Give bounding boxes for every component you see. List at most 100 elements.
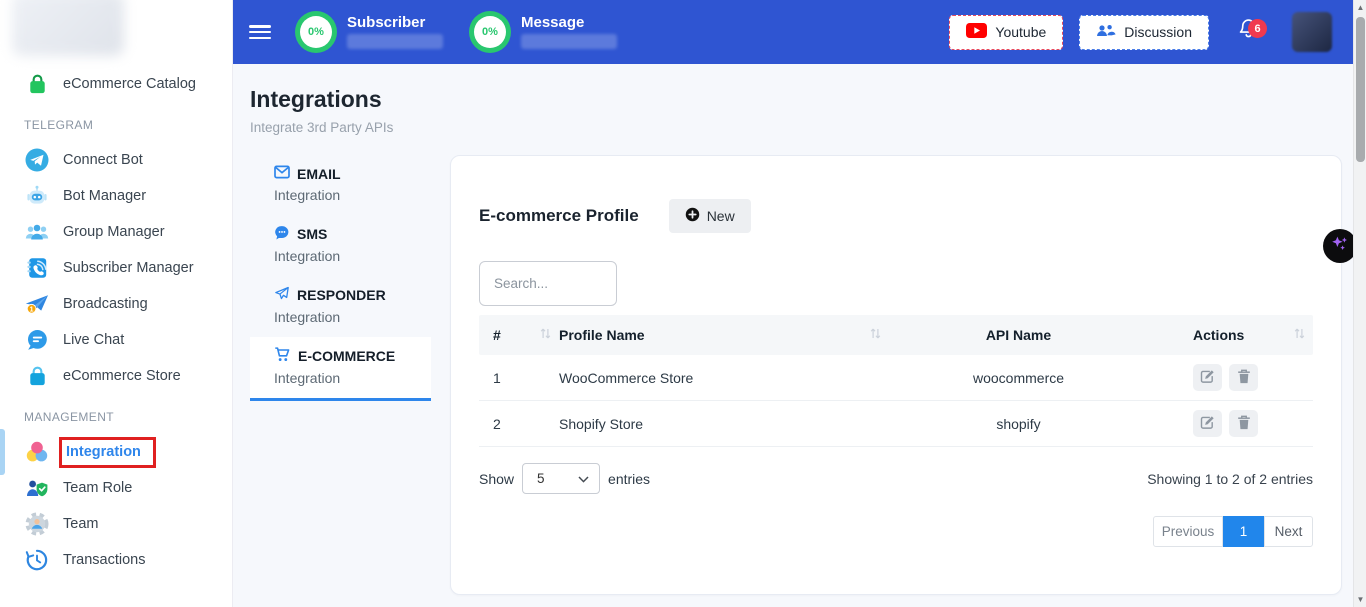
next-page-button[interactable]: Next (1264, 516, 1313, 547)
page-size-select[interactable]: 5 (522, 463, 600, 494)
tab-subtitle: Integration (274, 248, 419, 264)
hamburger-menu-icon[interactable] (249, 22, 275, 42)
sidebar-item-connect-bot[interactable]: Connect Bot (0, 142, 232, 178)
edit-button[interactable] (1193, 410, 1222, 437)
table-row: 2 Shopify Store shopify (479, 401, 1313, 447)
sidebar-item-ecommerce-store[interactable]: eCommerce Store (0, 358, 232, 394)
sparkles-icon (1330, 234, 1350, 259)
ecommerce-profile-card: E-commerce Profile New # P (450, 155, 1342, 595)
sort-icon[interactable] (1294, 327, 1305, 343)
page-size-value: 5 (537, 471, 545, 486)
plus-circle-icon (685, 207, 700, 225)
green-shopping-bag-icon (24, 71, 50, 97)
sidebar-item-label: Integration (66, 444, 141, 460)
search-input[interactable] (479, 261, 617, 306)
subscriber-stat-label: Subscriber (347, 15, 443, 30)
row-num: 1 (479, 370, 559, 386)
sidebar-item-label: Team Role (63, 480, 132, 496)
message-progress-ring: 0% (469, 11, 511, 53)
edit-icon (1200, 369, 1215, 387)
subscriber-stat: 0% Subscriber (295, 11, 443, 53)
profiles-table: # Profile Name API Name Actions (479, 315, 1313, 447)
scrollbar-up-arrow[interactable]: ▲ (1354, 0, 1366, 15)
page-title: Integrations (250, 86, 1342, 113)
sidebar: eCommerce Catalog TELEGRAM Connect Bot B… (0, 0, 233, 607)
sidebar-item-label: eCommerce Catalog (63, 76, 196, 92)
table-row: 1 WooCommerce Store woocommerce (479, 355, 1313, 401)
col-header-api[interactable]: API Name (986, 327, 1051, 343)
sidebar-item-ecommerce-catalog[interactable]: eCommerce Catalog (0, 66, 232, 102)
row-api-name: shopify (889, 416, 1148, 432)
entries-summary: Showing 1 to 2 of 2 entries (1147, 471, 1313, 487)
sidebar-item-team-role[interactable]: Team Role (0, 470, 232, 506)
show-label: Show (479, 471, 514, 487)
col-header-profile[interactable]: Profile Name (559, 327, 645, 343)
youtube-button[interactable]: Youtube (949, 15, 1063, 50)
subscriber-progress-value: 0% (300, 16, 332, 48)
sidebar-item-subscriber-manager[interactable]: Subscriber Manager (0, 250, 232, 286)
browser-scrollbar[interactable]: ▲ ▼ (1353, 0, 1366, 607)
palette-circles-icon (24, 439, 50, 465)
sidebar-item-bot-manager[interactable]: Bot Manager (0, 178, 232, 214)
sidebar-section-telegram: TELEGRAM (0, 118, 232, 132)
scrollbar-thumb[interactable] (1356, 17, 1365, 162)
edit-icon (1200, 415, 1215, 433)
sidebar-item-team[interactable]: Team (0, 506, 232, 542)
contact-phone-icon (24, 255, 50, 281)
sidebar-item-broadcasting[interactable]: 1 Broadcasting (0, 286, 232, 322)
entries-label: entries (608, 471, 650, 487)
tab-title: RESPONDER (297, 287, 386, 303)
tab-responder-integration[interactable]: RESPONDER Integration (250, 276, 431, 337)
tab-title: SMS (297, 226, 327, 242)
sms-bubble-icon (274, 225, 290, 243)
avatar[interactable] (1292, 12, 1332, 52)
app-window: eCommerce Catalog TELEGRAM Connect Bot B… (0, 0, 1366, 607)
youtube-button-label: Youtube (995, 24, 1046, 40)
tab-ecommerce-integration[interactable]: E-COMMERCE Integration (250, 337, 431, 401)
message-progress-value: 0% (474, 16, 506, 48)
discussion-users-icon (1096, 23, 1116, 42)
chevron-down-icon (578, 471, 589, 486)
sidebar-item-group-manager[interactable]: Group Manager (0, 214, 232, 250)
content-area: Integrations Integrate 3rd Party APIs EM… (233, 64, 1366, 607)
sidebar-item-transactions[interactable]: Transactions (0, 542, 232, 578)
delete-icon (1237, 415, 1251, 433)
tab-email-integration[interactable]: EMAIL Integration (250, 155, 431, 215)
tab-sms-integration[interactable]: SMS Integration (250, 215, 431, 276)
new-profile-button[interactable]: New (669, 199, 751, 233)
person-shield-icon (24, 475, 50, 501)
sidebar-item-integration[interactable]: Integration (0, 434, 232, 470)
responder-plane-icon (274, 286, 290, 304)
row-num: 2 (479, 416, 559, 432)
message-stat: 0% Message (469, 11, 617, 53)
gear-person-icon (24, 511, 50, 537)
col-header-actions[interactable]: Actions (1193, 327, 1244, 343)
group-people-icon (24, 219, 50, 245)
sort-icon[interactable] (870, 327, 881, 343)
telegram-icon (24, 147, 50, 173)
scrollbar-down-arrow[interactable]: ▼ (1354, 592, 1366, 607)
sidebar-item-live-chat[interactable]: Live Chat (0, 322, 232, 358)
sidebar-item-label: Live Chat (63, 332, 124, 348)
delete-button[interactable] (1229, 410, 1258, 437)
notifications-button[interactable]: 6 (1237, 17, 1260, 47)
ai-assistant-button[interactable] (1323, 229, 1357, 263)
col-header-num[interactable]: # (493, 327, 501, 343)
previous-page-button[interactable]: Previous (1153, 516, 1223, 547)
subscriber-stat-redacted (347, 34, 443, 49)
edit-button[interactable] (1193, 364, 1222, 391)
sidebar-item-label: Bot Manager (63, 188, 146, 204)
discussion-button[interactable]: Discussion (1079, 15, 1209, 50)
current-page-button[interactable]: 1 (1223, 516, 1264, 547)
tab-title: EMAIL (297, 166, 341, 182)
delete-button[interactable] (1229, 364, 1258, 391)
paper-plane-badge-icon: 1 (24, 291, 50, 317)
sidebar-item-label: Broadcasting (63, 296, 148, 312)
history-clock-icon (24, 547, 50, 573)
panel-title: E-commerce Profile (479, 206, 639, 226)
page-subtitle: Integrate 3rd Party APIs (250, 120, 1342, 135)
robot-icon (24, 183, 50, 209)
subscriber-progress-ring: 0% (295, 11, 337, 53)
sort-icon[interactable] (540, 327, 551, 343)
row-profile-name: Shopify Store (559, 416, 889, 432)
